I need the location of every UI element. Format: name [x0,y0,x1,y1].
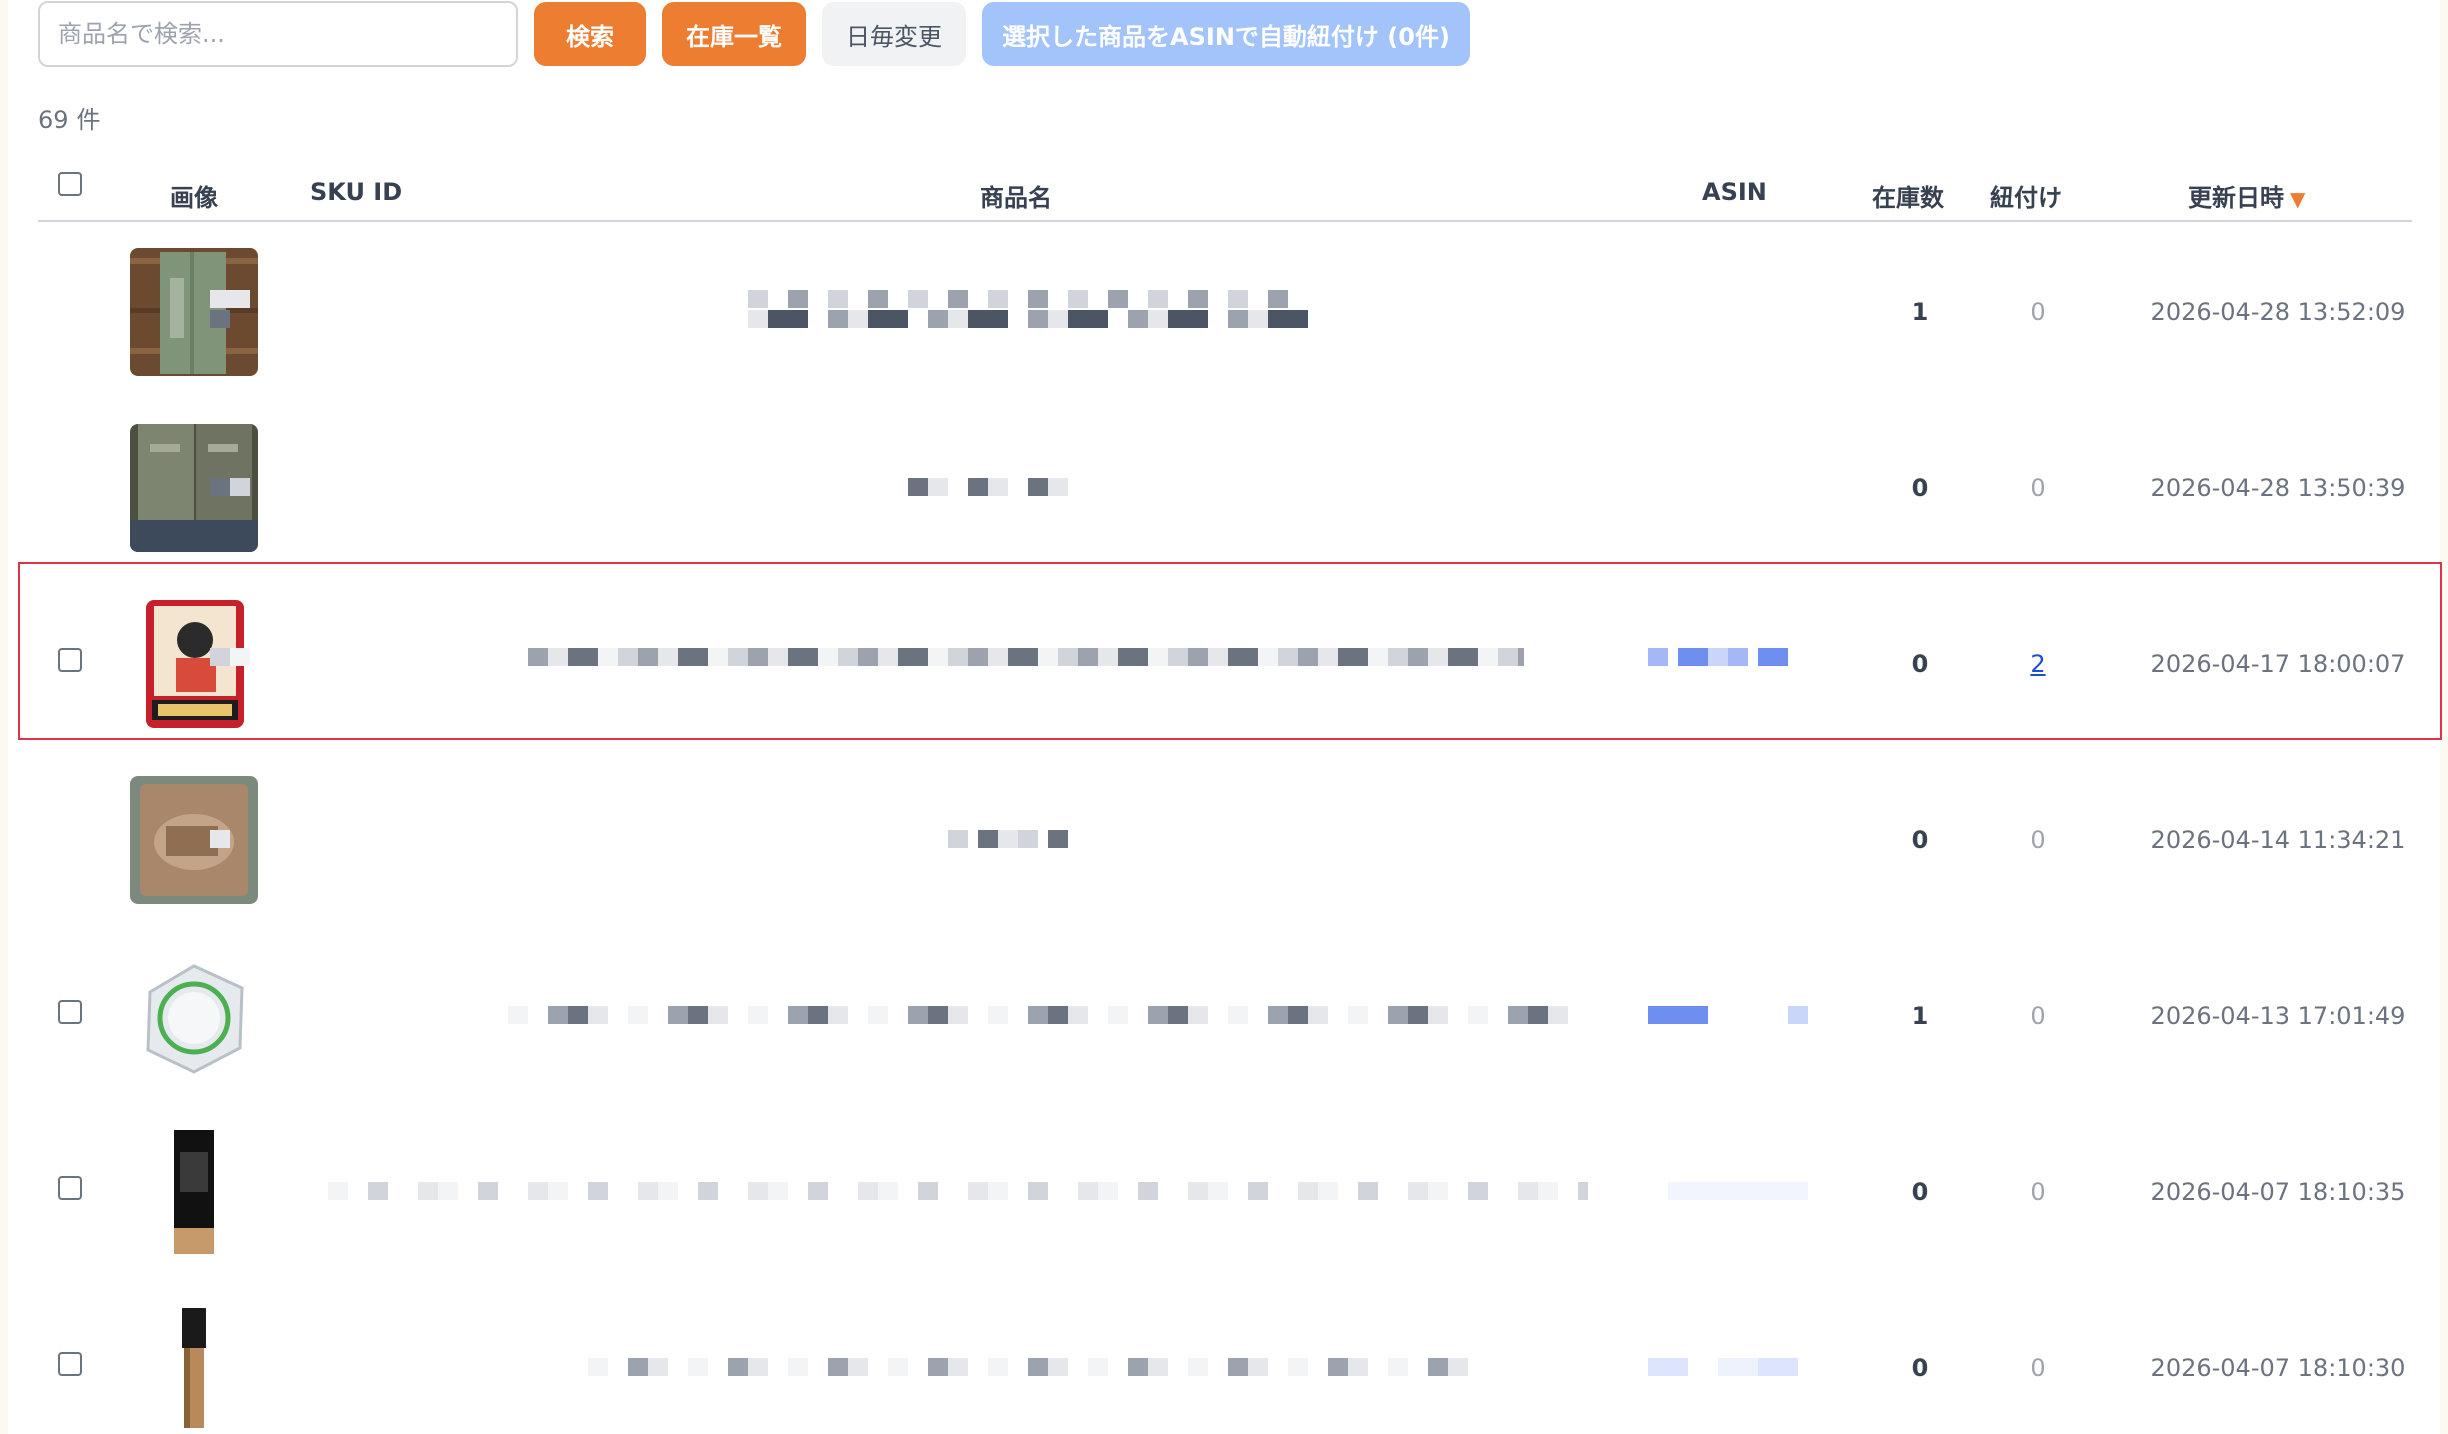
daily-change-button[interactable]: 日毎変更 [822,2,966,66]
asin-redacted [1648,1358,1808,1376]
inventory-page: 検索 在庫一覧 日毎変更 選択した商品をASINで自動紐付け (0件) 69件 … [0,0,2448,1434]
page-edge-left [0,0,8,1434]
sort-desc-icon[interactable]: ▼ [2290,187,2305,211]
column-stock[interactable]: 在庫数 [1872,178,1944,213]
product-name-redacted [328,1182,1588,1200]
stock-count: 1 [1911,298,1929,326]
column-linked[interactable]: 紐付け [1990,178,2062,213]
table-row[interactable]: 0 0 2026-04-14 11:34:21 [38,750,2412,926]
sku-redacted [210,478,250,496]
column-image: 画像 [170,184,218,212]
asin-redacted [1668,1182,1808,1200]
column-updated[interactable]: 更新日時 ▼ [2188,178,2305,213]
sku-redacted [210,310,230,328]
updated-at: 2026-04-28 13:50:39 [2150,474,2406,502]
toolbar: 検索 在庫一覧 日毎変更 選択した商品をASINで自動紐付け (0件) [38,0,1470,68]
product-thumbnail[interactable] [176,1308,212,1430]
linked-count: 0 [2030,1354,2046,1382]
asin-redacted [1648,1006,1708,1024]
column-name[interactable]: 商品名 [980,178,1052,213]
stock-count: 1 [1911,1002,1929,1030]
inventory-list-button[interactable]: 在庫一覧 [662,2,806,66]
updated-at: 2026-04-28 13:52:09 [2150,298,2406,326]
linked-count-link[interactable]: 2 [2018,650,2058,678]
product-name-redacted [748,310,1308,328]
table-row[interactable]: 0 2 2026-04-17 18:00:07 [38,574,2412,750]
sku-redacted [210,830,230,848]
search-button[interactable]: 検索 [534,2,646,66]
product-thumbnail[interactable] [130,776,258,904]
result-count-suffix: 件 [76,106,101,134]
column-asin[interactable]: ASIN [1702,178,1767,206]
updated-at: 2026-04-07 18:10:30 [2150,1354,2406,1382]
column-updated-label: 更新日時 [2188,184,2284,212]
product-name-redacted [748,290,1308,308]
product-name-redacted [948,830,1068,848]
product-name-redacted [588,1358,1488,1376]
product-thumbnail[interactable] [130,248,258,376]
product-name-redacted [508,1006,1588,1024]
table-row[interactable]: 0 0 2026-04-07 18:10:30 [38,1278,2412,1434]
table-row[interactable]: 0 0 2026-04-07 18:10:35 [38,1102,2412,1278]
row-checkbox[interactable] [58,1000,82,1024]
column-sku[interactable]: SKU ID [310,178,402,206]
asin-redacted [1648,648,1788,666]
row-checkbox[interactable] [58,1176,82,1200]
linked-count: 0 [2030,826,2046,854]
product-thumbnail[interactable] [130,952,258,1080]
search-input[interactable] [38,1,518,67]
stock-count: 0 [1911,650,1929,678]
updated-at: 2026-04-13 17:01:49 [2150,1002,2406,1030]
table-row[interactable]: 1 0 2026-04-28 13:52:09 [38,222,2412,398]
result-count-number: 69 [38,106,69,134]
select-all-checkbox[interactable] [58,172,82,196]
product-name-redacted [528,648,1524,666]
linked-count: 0 [2030,1178,2046,1206]
stock-count: 0 [1911,826,1929,854]
linked-count: 0 [2030,474,2046,502]
result-count: 69 件 [38,100,101,135]
updated-at: 2026-04-14 11:34:21 [2150,826,2406,854]
updated-at: 2026-04-07 18:10:35 [2150,1178,2406,1206]
table-row[interactable]: 0 0 2026-04-28 13:50:39 [38,398,2412,574]
product-thumbnail[interactable] [170,1128,218,1256]
row-checkbox[interactable] [58,1352,82,1376]
product-name-redacted [908,478,1068,496]
row-checkbox[interactable] [58,648,82,672]
table-row[interactable]: 1 0 2026-04-13 17:01:49 [38,926,2412,1102]
asin-redacted [1788,1006,1808,1024]
stock-count: 0 [1911,474,1929,502]
table-header: 画像 SKU ID 商品名 ASIN 在庫数 紐付け 更新日時 ▼ [38,160,2412,222]
linked-count: 0 [2030,298,2046,326]
sku-redacted [210,648,250,666]
auto-link-asin-button[interactable]: 選択した商品をASINで自動紐付け (0件) [982,2,1470,66]
stock-count: 0 [1911,1354,1929,1382]
sku-redacted [210,290,250,308]
updated-at: 2026-04-17 18:00:07 [2150,650,2406,678]
linked-count: 0 [2030,1002,2046,1030]
stock-count: 0 [1911,1178,1929,1206]
